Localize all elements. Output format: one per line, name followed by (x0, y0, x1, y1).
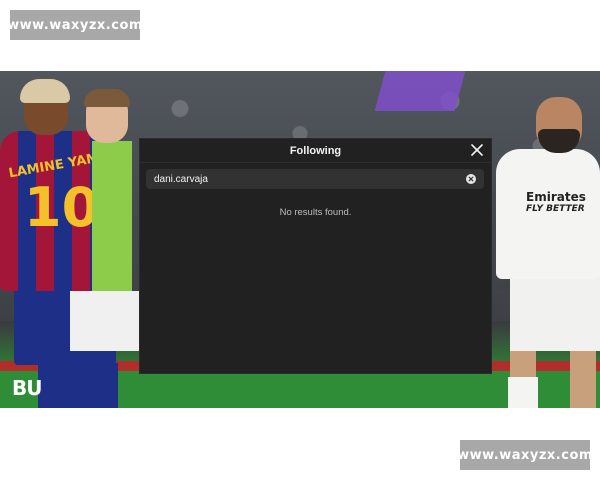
close-button[interactable] (469, 142, 485, 158)
close-icon (471, 144, 483, 156)
right-player-leg-2 (570, 351, 596, 408)
no-results-message: No results found. (279, 207, 352, 218)
clear-search-button[interactable] (464, 172, 478, 186)
dialog-title: Following (289, 144, 342, 157)
right-player-sponsor: Emirates FLY BETTER (526, 191, 586, 215)
channel-logo: BU (12, 376, 43, 400)
right-player-sock (508, 377, 538, 408)
left-player-hair (20, 79, 70, 103)
left-player-legs (38, 363, 118, 408)
mid-player-hair (84, 89, 130, 107)
watermark-top: www.waxyzx.com (7, 10, 142, 40)
clear-circle-icon (466, 174, 476, 184)
mid-player-shorts (70, 291, 142, 351)
watermark-bottom: www.waxyzx.com (457, 440, 592, 470)
sponsor-tagline: FLY BETTER (526, 204, 585, 214)
left-player-number: 10 (24, 176, 100, 239)
sponsor-name: Emirates (526, 190, 586, 204)
right-player-shorts (510, 271, 600, 351)
following-dialog: Following No results found. (140, 139, 491, 373)
search-bar (146, 169, 484, 189)
mid-player-shirt (92, 141, 132, 291)
search-input[interactable] (146, 169, 464, 189)
dialog-header: Following (140, 139, 491, 163)
purple-flag (374, 71, 466, 111)
